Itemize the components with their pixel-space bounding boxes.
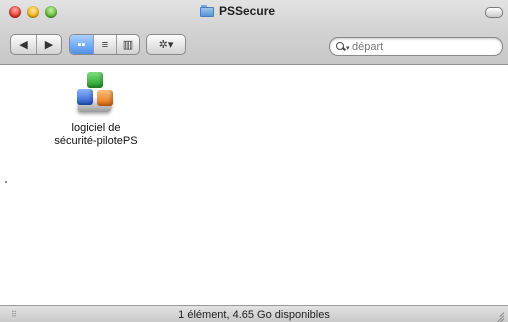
status-bar: ⠿ 1 élément, 4.65 Go disponibles <box>0 305 508 322</box>
search-placeholder: départ <box>352 40 384 53</box>
back-button[interactable]: ◀ <box>11 35 36 54</box>
status-text: 1 élément, 4.65 Go disponibles <box>178 308 330 321</box>
resize-edge-mark <box>5 181 7 183</box>
action-menu-button[interactable]: ✲▾ <box>147 35 185 54</box>
status-grip-icon: ⠿ <box>11 310 18 319</box>
column-view-button[interactable]: ▥ <box>116 35 139 54</box>
close-window-button[interactable] <box>9 6 21 18</box>
navigation-buttons: ◀ ▶ <box>10 34 62 55</box>
view-mode-buttons: ▪▪ ≡ ▥ <box>69 34 140 55</box>
file-item-label: logiciel de sécurité-pilotePS <box>46 122 146 148</box>
forward-button[interactable]: ▶ <box>36 35 61 54</box>
toolbar-toggle-button[interactable] <box>485 7 503 18</box>
search-icon[interactable]: ▾ <box>336 41 350 53</box>
list-view-button[interactable]: ≡ <box>93 35 116 54</box>
zoom-window-button[interactable] <box>45 6 57 18</box>
finder-window: PSSecure ◀ ▶ ▪▪ ≡ ▥ ✲▾ ▾ départ logiciel… <box>0 0 508 322</box>
title-toolbar: PSSecure ◀ ▶ ▪▪ ≡ ▥ ✲▾ ▾ départ <box>0 0 508 65</box>
file-label-line-2: sécurité-pilotePS <box>54 135 138 147</box>
action-menu-group: ✲▾ <box>146 34 186 55</box>
window-title-area: PSSecure <box>200 2 275 20</box>
search-field[interactable]: ▾ départ <box>329 37 503 56</box>
file-browser-area[interactable]: logiciel de sécurité-pilotePS <box>0 65 508 305</box>
icon-view-button[interactable]: ▪▪ <box>70 35 93 54</box>
folder-icon <box>200 5 214 17</box>
file-item[interactable]: logiciel de sécurité-pilotePS <box>46 70 146 148</box>
resize-grip-icon[interactable] <box>492 308 505 322</box>
minimize-window-button[interactable] <box>27 6 39 18</box>
window-title: PSSecure <box>219 4 276 18</box>
file-label-line-1: logiciel de <box>71 122 121 134</box>
installer-package-icon[interactable] <box>73 70 119 118</box>
